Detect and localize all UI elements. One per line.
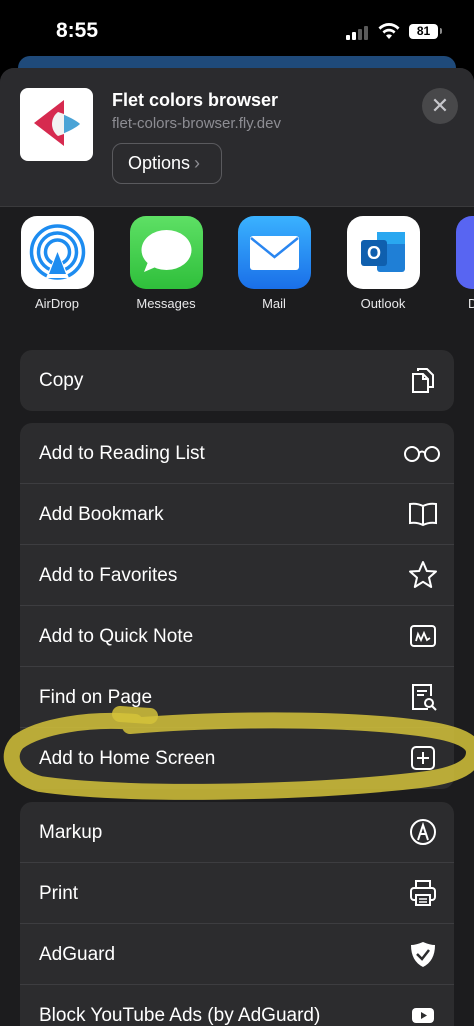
header-divider — [0, 206, 474, 207]
partial-app-icon — [456, 216, 474, 289]
close-icon: ✕ — [430, 93, 450, 118]
site-title: Flet colors browser — [112, 90, 279, 110]
action-label: Copy — [39, 370, 84, 391]
airdrop-icon — [20, 216, 94, 289]
action-label: AdGuard — [39, 944, 116, 965]
app-label: D — [468, 296, 474, 311]
share-app-mail[interactable]: Mail — [226, 216, 322, 311]
action-label: Add Bookmark — [39, 504, 164, 525]
app-label: AirDrop — [34, 296, 80, 311]
find-icon — [412, 684, 437, 711]
action-label: Add to Favorites — [39, 565, 178, 586]
action-add-bookmark[interactable]: Add Bookmark — [20, 484, 454, 545]
share-apps-row: AirDrop Messages Mail O Outlook D — [0, 216, 474, 316]
action-group-copy: Copy — [20, 350, 454, 411]
battery-level: 81 — [409, 24, 438, 39]
action-add-to-favorites[interactable]: Add to Favorites — [20, 545, 454, 606]
screen: 8:55 81 Flet colors browser flet-colors-… — [0, 0, 474, 1026]
action-add-to-quick-note[interactable]: Add to Quick Note — [20, 606, 454, 667]
battery-icon — [440, 28, 442, 34]
action-group-extensions: Markup Print AdGuard Block YouTube Ads (… — [20, 802, 454, 1026]
chevron-right-icon: › — [194, 153, 201, 173]
markup-icon — [410, 819, 436, 845]
share-sheet-header: Flet colors browser flet-colors-browser.… — [0, 68, 474, 206]
printer-icon — [410, 880, 436, 906]
cellular-signal-icon — [346, 26, 372, 40]
messages-icon — [129, 216, 203, 289]
app-label: Mail — [262, 296, 286, 311]
options-button[interactable]: Options › — [112, 143, 222, 184]
action-label: Add to Home Screen — [39, 748, 216, 769]
options-label: Options — [128, 153, 191, 173]
action-label: Block YouTube Ads (by AdGuard) — [39, 1005, 321, 1026]
glasses-icon — [404, 446, 440, 462]
action-add-to-home-screen[interactable]: Add to Home Screen — [20, 728, 454, 789]
share-app-airdrop[interactable]: AirDrop — [9, 216, 105, 311]
action-find-on-page[interactable]: Find on Page — [20, 667, 454, 728]
quick-note-icon — [410, 625, 436, 647]
action-group-page: Add to Reading List Add Bookmark Add to … — [20, 423, 454, 789]
flet-logo-icon — [34, 100, 80, 146]
status-bar: 8:55 81 — [0, 0, 474, 60]
app-label: Messages — [136, 296, 196, 311]
share-app-partial[interactable]: D — [443, 216, 474, 311]
share-app-outlook[interactable]: O Outlook — [335, 216, 431, 311]
action-label: Markup — [39, 822, 103, 843]
outlook-icon: O — [346, 216, 420, 289]
action-markup[interactable]: Markup — [20, 802, 454, 863]
action-copy[interactable]: Copy — [20, 350, 454, 411]
svg-text:O: O — [366, 243, 380, 263]
site-url: flet-colors-browser.fly.dev — [112, 115, 281, 132]
book-icon — [409, 502, 437, 527]
share-sheet: Flet colors browser flet-colors-browser.… — [0, 68, 474, 1026]
copy-icon — [412, 368, 434, 393]
action-label: Add to Reading List — [39, 443, 205, 464]
status-time: 8:55 — [56, 19, 99, 42]
app-label: Outlook — [360, 296, 406, 311]
action-label: Add to Quick Note — [39, 626, 194, 647]
share-app-messages[interactable]: Messages — [118, 216, 214, 311]
site-icon — [20, 88, 93, 161]
wifi-icon — [378, 23, 400, 39]
close-button[interactable]: ✕ — [422, 88, 458, 124]
action-label: Find on Page — [39, 687, 153, 708]
action-adguard[interactable]: AdGuard — [20, 924, 454, 985]
action-add-to-reading-list[interactable]: Add to Reading List — [20, 423, 454, 484]
star-icon — [409, 561, 437, 588]
plus-square-icon — [411, 746, 435, 770]
action-label: Print — [39, 883, 79, 904]
youtube-icon — [412, 1008, 434, 1023]
action-block-youtube-ads[interactable]: Block YouTube Ads (by AdGuard) — [20, 985, 454, 1026]
action-print[interactable]: Print — [20, 863, 454, 924]
shield-check-icon — [411, 942, 435, 967]
mail-icon — [237, 216, 311, 289]
